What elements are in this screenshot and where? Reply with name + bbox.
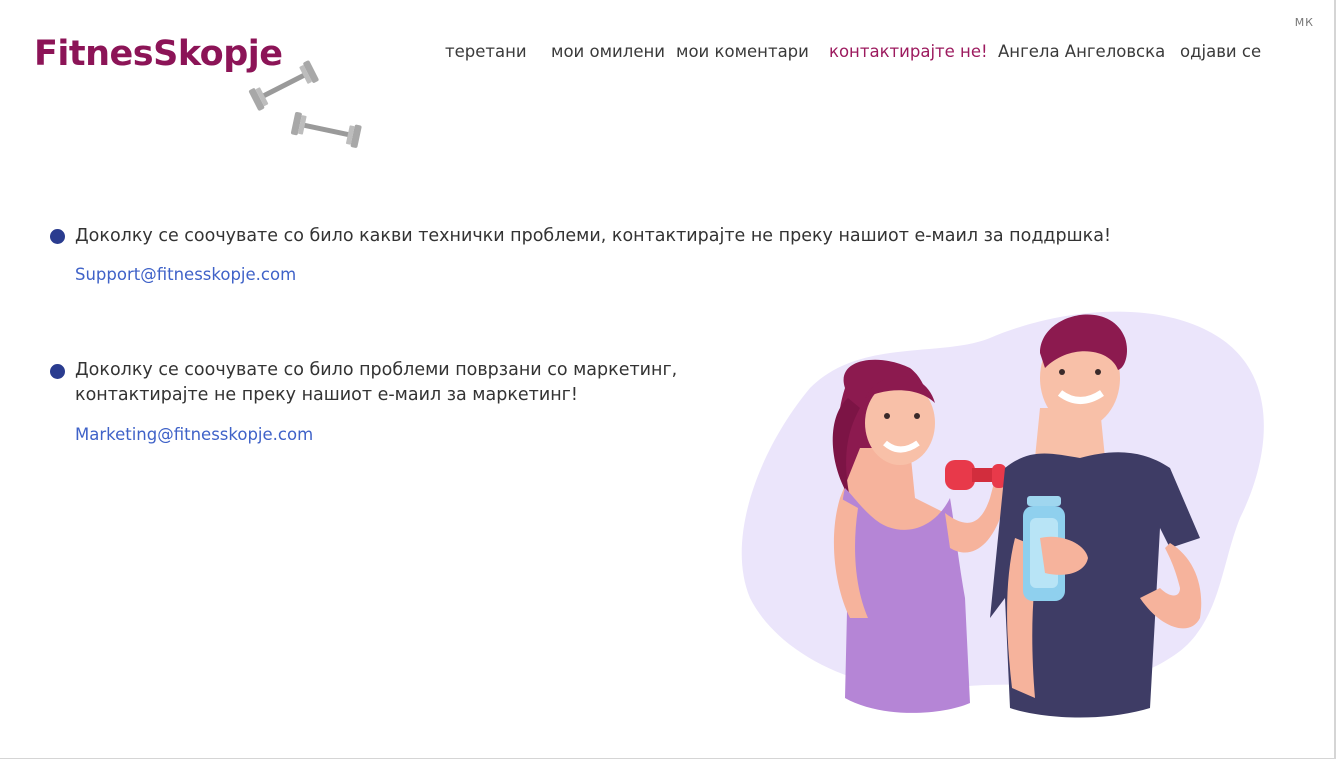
dumbbell-icon [248, 60, 362, 148]
bullet-icon [50, 229, 65, 244]
bullet-icon [50, 364, 65, 379]
nav-logout[interactable]: одјави се [1180, 42, 1261, 61]
nav-gyms[interactable]: теретани [445, 42, 527, 61]
nav-my-comments[interactable]: мои коментари [676, 42, 809, 61]
fitness-couple-illustration [741, 311, 1264, 718]
marketing-email-link[interactable]: Marketing@fitnesskopje.com [75, 425, 313, 444]
support-email-link[interactable]: Support@fitnesskopje.com [75, 265, 296, 284]
nav-my-favorites[interactable]: мои омилени [551, 42, 665, 61]
nav-user-profile[interactable]: Ангела Ангеловска [998, 42, 1165, 61]
language-switch[interactable]: МК [1295, 16, 1314, 29]
marketing-text-line-1: Доколку се соочувате со било проблеми по… [75, 360, 678, 380]
nav-contact-us[interactable]: контактирајте не! [829, 42, 988, 61]
support-text: Доколку се соочувате со било какви техни… [75, 226, 1111, 246]
marketing-text-line-2: контактирајте не преку нашиот е-маил за … [75, 385, 578, 405]
